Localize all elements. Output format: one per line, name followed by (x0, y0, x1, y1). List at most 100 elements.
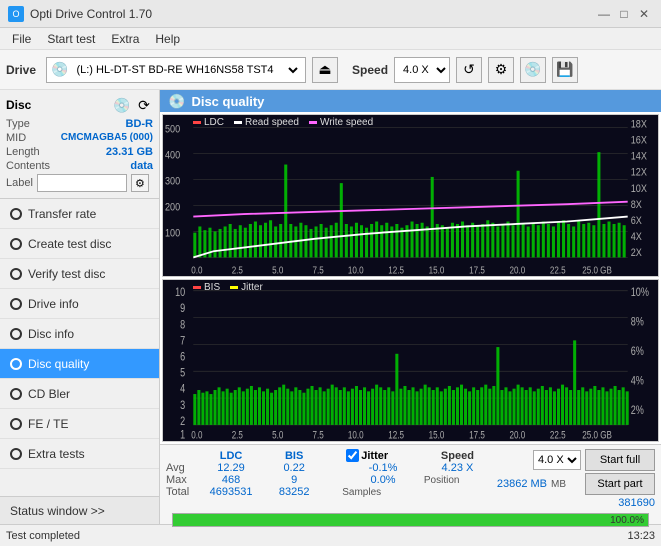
cd-bler-label: CD Bler (28, 387, 70, 401)
position-unit: MB (551, 479, 581, 490)
disc-length-label: Length (6, 146, 40, 158)
speed-label: Speed (352, 63, 388, 77)
ldc-chart: LDC Read speed Write speed (162, 114, 659, 277)
progress-text: 100.0% (610, 514, 644, 528)
avg-jitter: -0.1% (342, 462, 424, 474)
svg-text:17.5: 17.5 (469, 429, 485, 441)
disc-type-row: Type BD-R (6, 118, 153, 130)
jitter-checkbox[interactable] (346, 449, 359, 462)
max-bis: 9 (266, 474, 322, 486)
disc-icon-1[interactable]: 💿 (113, 96, 131, 114)
content-area: 💿 Disc quality LDC Read speed (160, 90, 661, 524)
bis-chart-svg: 10 9 8 7 6 5 4 3 2 1 10% 8% 6% 4% 2% (163, 280, 658, 441)
sidebar-item-transfer-rate[interactable]: Transfer rate (0, 199, 159, 229)
svg-text:9: 9 (180, 302, 185, 316)
max-label: Max (166, 474, 196, 486)
menu-file[interactable]: File (4, 30, 39, 48)
disc-contents-value: data (130, 160, 153, 172)
position-row: 23862 MB MB Start part (497, 473, 655, 495)
jitter-checkbox-cell[interactable]: Jitter (342, 449, 424, 462)
cd-button[interactable]: 💿 (520, 57, 546, 83)
svg-text:5.0: 5.0 (272, 429, 283, 441)
svg-text:8%: 8% (631, 315, 645, 329)
disc-quality-header: 💿 Disc quality (160, 90, 661, 112)
svg-text:10.0: 10.0 (348, 429, 364, 441)
svg-text:15.0: 15.0 (429, 265, 445, 276)
sidebar-item-disc-info[interactable]: Disc info (0, 319, 159, 349)
speed-stats-dropdown[interactable]: 4.0 X (533, 450, 581, 470)
avg-bis: 0.22 (266, 462, 322, 474)
svg-text:15.0: 15.0 (429, 429, 445, 441)
avg-label: Avg (166, 462, 196, 474)
speed-stats-header: Speed (424, 449, 491, 462)
disc-length-row: Length 23.31 GB (6, 146, 153, 158)
speed-dropdown[interactable]: 4.0 X (394, 57, 450, 83)
bis-legend: BIS Jitter (193, 282, 263, 293)
max-jitter: 0.0% (342, 474, 424, 486)
stats-right: 4.0 X Start full 23862 MB MB Start part … (495, 449, 655, 509)
svg-text:14X: 14X (631, 151, 647, 163)
progress-bar: 100.0% (172, 513, 649, 527)
ldc-legend: LDC Read speed Write speed (193, 117, 373, 128)
start-part-button[interactable]: Start part (585, 473, 655, 495)
sidebar: Disc 💿 ⟳ Type BD-R MID CMCMAGBA5 (000) L… (0, 90, 160, 524)
stats-row: LDC BIS Jitter Speed (166, 449, 655, 509)
stats-table: LDC BIS Jitter Speed (166, 449, 491, 498)
refresh-button[interactable]: ↺ (456, 57, 482, 83)
total-ldc: 4693531 (196, 486, 266, 498)
ldc-legend-label: LDC (204, 117, 224, 128)
status-window-button[interactable]: Status window >> (0, 496, 159, 524)
svg-text:6X: 6X (631, 215, 642, 227)
sidebar-item-disc-quality[interactable]: Disc quality (0, 349, 159, 379)
save-button[interactable]: 💾 (552, 57, 578, 83)
sidebar-item-extra-tests[interactable]: Extra tests (0, 439, 159, 469)
svg-text:300: 300 (165, 176, 180, 188)
drive-selector[interactable]: 💿 (L:) HL-DT-ST BD-RE WH16NS58 TST4 (46, 57, 306, 83)
svg-text:6%: 6% (631, 345, 645, 359)
disc-type-value: BD-R (126, 118, 154, 130)
disc-label-label: Label (6, 177, 33, 189)
jitter-header-label: Jitter (361, 450, 388, 462)
sidebar-item-create-test-disc[interactable]: Create test disc (0, 229, 159, 259)
samples-value: 381690 (618, 497, 655, 509)
sidebar-item-verify-test-disc[interactable]: Verify test disc (0, 259, 159, 289)
avg-ldc: 12.29 (196, 462, 266, 474)
sidebar-item-drive-info[interactable]: Drive info (0, 289, 159, 319)
settings-button[interactable]: ⚙ (488, 57, 514, 83)
menubar: File Start test Extra Help (0, 28, 661, 50)
disc-label-input[interactable] (37, 174, 127, 192)
progress-bar-fill (173, 514, 648, 526)
maximize-button[interactable]: □ (615, 5, 633, 23)
window-controls[interactable]: — □ ✕ (595, 5, 653, 23)
svg-text:8X: 8X (631, 199, 642, 211)
drive-dropdown[interactable]: (L:) HL-DT-ST BD-RE WH16NS58 TST4 (72, 63, 301, 77)
disc-quality-label: Disc quality (28, 357, 89, 371)
bis-legend-item: BIS (193, 282, 220, 293)
disc-icon-2[interactable]: ⟳ (135, 96, 153, 114)
create-test-disc-label: Create test disc (28, 237, 111, 251)
max-position-label: Position (424, 474, 491, 486)
menu-extra[interactable]: Extra (103, 30, 147, 48)
eject-button[interactable]: ⏏ (312, 57, 338, 83)
sidebar-item-fe-te[interactable]: FE / TE (0, 409, 159, 439)
svg-text:0.0: 0.0 (191, 429, 202, 441)
start-full-button[interactable]: Start full (585, 449, 655, 471)
sidebar-item-cd-bler[interactable]: CD Bler (0, 379, 159, 409)
jitter-legend-label: Jitter (241, 282, 263, 293)
svg-text:2%: 2% (631, 404, 645, 418)
ldc-header: LDC (196, 449, 266, 462)
app-title: Opti Drive Control 1.70 (30, 7, 152, 21)
menu-start-test[interactable]: Start test (39, 30, 103, 48)
titlebar-left: O Opti Drive Control 1.70 (8, 6, 152, 22)
speed-row: 4.0 X Start full (533, 449, 655, 471)
disc-label-button[interactable]: ⚙ (131, 174, 149, 192)
disc-panel-header: Disc 💿 ⟳ (6, 96, 153, 114)
main-area: Disc 💿 ⟳ Type BD-R MID CMCMAGBA5 (000) L… (0, 90, 661, 524)
svg-text:4%: 4% (631, 374, 645, 388)
minimize-button[interactable]: — (595, 5, 613, 23)
close-button[interactable]: ✕ (635, 5, 653, 23)
extra-tests-icon (10, 448, 22, 460)
disc-mid-label: MID (6, 132, 26, 144)
status-text: Test completed (6, 530, 619, 542)
menu-help[interactable]: Help (147, 30, 188, 48)
